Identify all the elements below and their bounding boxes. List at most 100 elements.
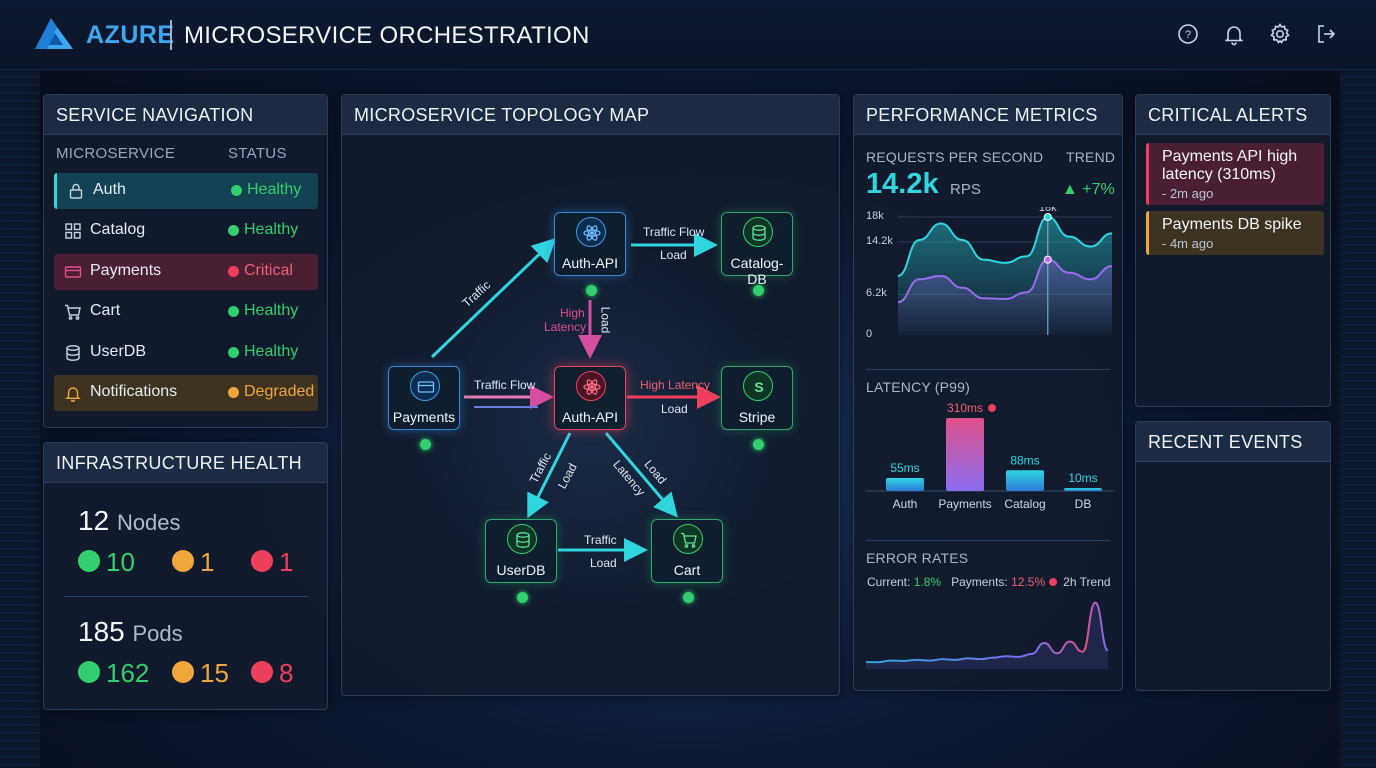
column-header-status: STATUS xyxy=(228,145,287,162)
sidebar-item-userdb[interactable]: UserDB Healthy xyxy=(54,335,318,371)
atom-icon xyxy=(576,217,606,247)
sidebar-item-catalog[interactable]: Catalog Healthy xyxy=(54,213,318,249)
status-dot xyxy=(228,266,239,277)
topology-map-panel: MICROSERVICE TOPOLOGY MAP Traffic Traffi… xyxy=(341,94,840,696)
app-header: AZURE MICROSERVICE ORCHESTRATION ? xyxy=(0,0,1376,70)
critical-dot xyxy=(988,404,996,413)
performance-metrics-panel: PERFORMANCE METRICS REQUESTS PER SECOND … xyxy=(853,94,1123,691)
trend-label: TREND xyxy=(1066,149,1116,165)
sidebar-item-auth[interactable]: Auth Healthy xyxy=(54,173,318,209)
trend-up-icon: ▲ xyxy=(1062,181,1078,198)
stat-value: 162 xyxy=(106,658,150,688)
help-icon[interactable]: ? xyxy=(1176,22,1200,46)
service-name: Cart xyxy=(90,302,121,319)
edge-label: Latency xyxy=(544,320,587,334)
logout-icon[interactable] xyxy=(1314,22,1338,46)
server-rack-backdrop xyxy=(1340,70,1376,768)
infrastructure-health-panel: INFRASTRUCTURE HEALTH 12 Nodes 10 1 1 18… xyxy=(43,442,328,710)
brand-divider xyxy=(170,20,172,50)
credit-card-icon xyxy=(64,263,82,281)
critical-dot xyxy=(251,550,273,572)
gear-icon[interactable] xyxy=(1268,22,1292,46)
edge-label: Traffic Flow xyxy=(643,225,705,239)
atom-icon xyxy=(576,371,606,401)
node-catalog-db[interactable]: Catalog-DB xyxy=(721,212,793,296)
lock-icon xyxy=(67,182,85,200)
edge-label: Traffic xyxy=(584,533,617,547)
error-current-label: Current: xyxy=(867,575,911,589)
y-tick-label: 6.2k xyxy=(866,287,887,300)
stat-value: 1 xyxy=(279,547,294,577)
node-stripe[interactable]: S Stripe xyxy=(721,366,793,450)
bell-icon[interactable] xyxy=(1222,22,1246,46)
node-status-dot xyxy=(420,439,431,450)
edge-label: Load xyxy=(590,556,617,570)
y-tick-label: 14.2k xyxy=(866,234,893,247)
status-text: Healthy xyxy=(244,302,299,319)
service-name: Payments xyxy=(90,262,162,279)
database-icon xyxy=(743,217,773,247)
edge-label: Load xyxy=(598,306,613,334)
service-name: UserDB xyxy=(90,343,147,360)
rps-unit: RPS xyxy=(950,181,981,198)
sidebar-item-notifications[interactable]: Notifications Degraded xyxy=(54,375,318,411)
alert-item[interactable]: Payments DB spike - 4m ago xyxy=(1146,211,1324,255)
divider xyxy=(64,596,308,597)
brand-name: AZURE xyxy=(86,21,175,49)
trend-value: +7% xyxy=(1082,181,1115,198)
cart-icon xyxy=(673,524,703,554)
nodes-count: 12 xyxy=(78,505,110,536)
error-rate-sparkline xyxy=(866,601,1109,669)
panel-title: PERFORMANCE METRICS xyxy=(854,95,1122,135)
node-payments[interactable]: Payments xyxy=(388,366,460,450)
node-status-dot xyxy=(586,285,597,296)
latency-bar xyxy=(886,478,924,491)
category-label: Catalog xyxy=(1004,497,1045,511)
latency-bar-chart: 55ms Auth 310ms Payments 88ms Catalog 10ms DB xyxy=(866,401,1114,511)
node-auth-api-center[interactable]: Auth-API xyxy=(554,366,626,430)
status-dot xyxy=(228,225,239,236)
node-status-dot xyxy=(683,592,694,603)
y-tick-label: 0 xyxy=(866,328,873,340)
node-auth-api-top[interactable]: Auth-API xyxy=(554,212,626,296)
node-cart[interactable]: Cart xyxy=(651,519,723,603)
warning-dot xyxy=(172,661,194,683)
sidebar-item-cart[interactable]: Cart Healthy xyxy=(54,294,318,330)
critical-alerts-panel: CRITICAL ALERTS Payments API high latenc… xyxy=(1135,94,1331,407)
node-status-dot xyxy=(753,285,764,296)
latency-bar xyxy=(1064,488,1102,491)
alert-item[interactable]: Payments API high latency (310ms) - 2m a… xyxy=(1146,143,1324,205)
node-status-dot xyxy=(753,439,764,450)
sidebar-item-payments[interactable]: Payments Critical xyxy=(54,254,318,290)
warning-dot xyxy=(172,550,194,572)
node-label: Catalog-DB xyxy=(730,255,784,287)
status-text: Critical xyxy=(244,262,293,279)
status-dot xyxy=(228,387,239,398)
error-trend-label: 2h Trend xyxy=(1063,575,1111,589)
latency-bar xyxy=(1006,470,1044,491)
error-payments-label: Payments: xyxy=(951,575,1008,589)
latency-title: LATENCY (P99) xyxy=(866,379,971,395)
node-status-dot xyxy=(517,592,528,603)
node-label: Stripe xyxy=(738,409,776,425)
trend-indicator: ▲ +7% xyxy=(1062,181,1115,199)
error-title: ERROR RATES xyxy=(866,550,969,566)
stat-value: 10 xyxy=(106,547,135,577)
server-rack-backdrop xyxy=(0,70,40,768)
panel-title: RECENT EVENTS xyxy=(1136,422,1330,462)
edge-label: Load xyxy=(661,402,688,416)
divider xyxy=(866,540,1110,541)
bar-value-label: 10ms xyxy=(1068,471,1097,485)
node-userdb[interactable]: UserDB xyxy=(485,519,557,603)
stripe-icon: S xyxy=(743,371,773,401)
status-text: Healthy xyxy=(244,221,299,238)
rps-area-chart: 18k xyxy=(898,207,1112,335)
error-payments-value: 12.5% xyxy=(1011,575,1046,589)
healthy-dot xyxy=(78,661,100,683)
bar-value-label: 310ms xyxy=(947,401,983,415)
critical-dot xyxy=(251,661,273,683)
grid-icon xyxy=(64,222,82,240)
category-label: DB xyxy=(1075,497,1092,511)
nodes-summary: 12 Nodes xyxy=(78,505,181,537)
stat-value: 1 xyxy=(200,547,215,577)
